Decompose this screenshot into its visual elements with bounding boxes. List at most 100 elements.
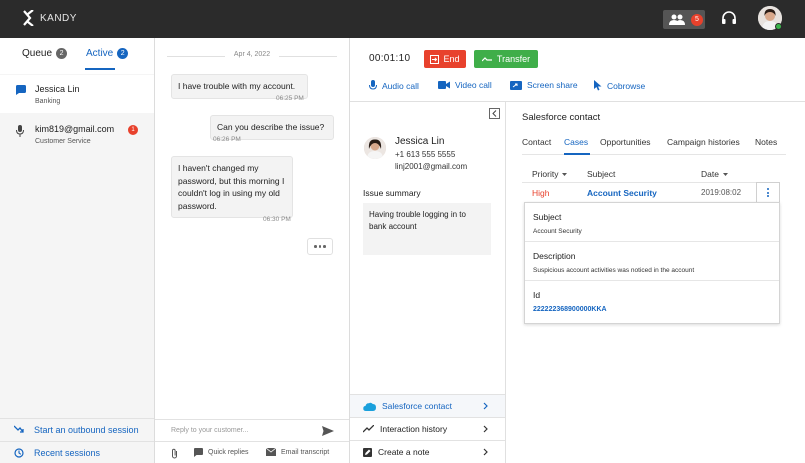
transfer-button[interactable]: Transfer — [474, 50, 538, 68]
create-note-link[interactable]: Create a note — [350, 440, 505, 463]
attachment-icon[interactable] — [171, 448, 178, 459]
salesforce-title: Salesforce contact — [522, 112, 601, 123]
users-button[interactable]: 5 — [663, 10, 705, 29]
session-name: kim819@gmail.com — [35, 124, 115, 134]
microphone-icon — [16, 125, 24, 137]
transfer-label: Transfer — [496, 54, 531, 64]
chevron-right-icon — [483, 425, 488, 433]
date-column-header[interactable]: Date — [701, 169, 728, 179]
headset-icon[interactable] — [721, 10, 737, 26]
message-time: 06:25 PM — [276, 95, 304, 102]
case-priority: High — [532, 188, 550, 198]
subject-column-header[interactable]: Subject — [587, 169, 615, 179]
salesforce-panel: Salesforce contact Contact Cases Opportu… — [506, 102, 805, 463]
screen-share-label: Screen share — [527, 80, 578, 90]
email-transcript-button[interactable]: Email transcript — [266, 448, 329, 456]
tab-queue-label: Queue — [22, 48, 53, 59]
session-tabs: Queue 2 Active 2 — [0, 38, 154, 74]
detail-id: Id 222222368900000KKA — [525, 281, 779, 320]
chat-date: Apr 4, 2022 — [233, 51, 271, 58]
customer-message: I haven't changed my password, but this … — [171, 156, 293, 218]
case-subject-link[interactable]: Account Security — [587, 188, 657, 198]
message-line: password. — [178, 200, 217, 211]
exit-icon — [430, 54, 440, 64]
tab-queue[interactable]: Queue 2 — [22, 48, 68, 59]
end-call-button[interactable]: End — [424, 50, 466, 68]
message-line: couldn't log in using my old — [178, 188, 280, 198]
cobrowse-button[interactable]: Cobrowse — [594, 80, 645, 91]
collapse-panel-button[interactable] — [489, 108, 500, 119]
detail-description: Description Suspicious account activitie… — [525, 242, 779, 281]
recent-sessions-link[interactable]: Recent sessions — [0, 441, 154, 463]
reply-input[interactable]: Reply to your customer... — [155, 419, 349, 441]
history-icon — [14, 447, 24, 458]
chevron-right-icon — [483, 402, 488, 410]
quick-replies-label: Quick replies — [208, 449, 249, 456]
session-item[interactable]: Jessica Lin Banking — [0, 75, 154, 113]
chevron-left-icon — [492, 110, 497, 117]
issue-summary-box: Having trouble logging in to bank accoun… — [363, 203, 491, 255]
chat-toolbar: Quick replies Email transcript — [155, 441, 349, 463]
contact-name: Jessica Lin — [395, 136, 445, 147]
online-status-dot — [775, 23, 782, 30]
start-outbound-session-link[interactable]: Start an outbound session — [0, 418, 154, 440]
detail-value: Suspicious account activities was notice… — [533, 267, 695, 274]
chat-icon — [16, 85, 26, 95]
screen-share-button[interactable]: Screen share — [510, 80, 578, 90]
outbound-label: Start an outbound session — [34, 424, 139, 435]
message-text: I have trouble with my account. — [178, 81, 296, 91]
detail-subject: Subject Account Security — [525, 203, 779, 242]
users-icon — [669, 14, 685, 25]
quick-replies-button[interactable]: Quick replies — [194, 448, 248, 457]
send-icon[interactable] — [322, 426, 334, 436]
queue-count-badge: 2 — [56, 48, 68, 59]
detail-label: Subject — [533, 212, 562, 222]
message-line: password, but this morning I — [178, 175, 285, 186]
tab-notes[interactable]: Notes — [755, 137, 777, 147]
more-options-icon[interactable] — [756, 182, 780, 202]
date-divider: Apr 4, 2022 — [167, 51, 337, 61]
sort-down-icon — [722, 172, 728, 176]
table-header-divider — [522, 182, 780, 183]
chat-panel: Apr 4, 2022 I have trouble with my accou… — [155, 38, 350, 463]
reply-placeholder: Reply to your customer... — [171, 427, 249, 434]
salesforce-contact-link[interactable]: Salesforce contact — [350, 394, 505, 417]
active-tab-indicator — [85, 68, 115, 70]
video-call-label: Video call — [455, 80, 492, 90]
active-count-badge: 2 — [117, 48, 129, 59]
interaction-history-label: Interaction history — [380, 424, 448, 434]
note-icon — [363, 447, 372, 457]
subject-header-label: Subject — [587, 169, 616, 179]
session-queue: Customer Service — [35, 138, 91, 145]
kandy-logo-icon — [23, 10, 34, 26]
tab-active[interactable]: Active 2 — [86, 48, 129, 59]
tab-campaign-histories[interactable]: Campaign histories — [667, 137, 740, 147]
video-icon — [438, 81, 450, 89]
end-label: End — [443, 54, 460, 64]
detail-label: Description — [533, 251, 576, 261]
audio-call-button[interactable]: Audio call — [369, 80, 419, 91]
create-note-label: Create a note — [378, 447, 430, 457]
interaction-history-link[interactable]: Interaction history — [350, 417, 505, 440]
logo-text: KANDY — [40, 12, 77, 24]
users-count-badge: 5 — [691, 13, 703, 26]
contact-avatar — [364, 137, 386, 159]
tab-cases[interactable]: Cases — [564, 137, 588, 147]
tab-active-label: Active — [86, 48, 114, 59]
call-controls: 00:01:10 End Transfer Audio call Video c… — [350, 38, 805, 102]
salesforce-link-label: Salesforce contact — [382, 401, 452, 411]
cobrowse-label: Cobrowse — [607, 80, 646, 91]
video-call-button[interactable]: Video call — [438, 80, 492, 90]
message-time: 06:30 PM — [263, 216, 291, 223]
contact-panel: Jessica Lin +1 613 555 5555 linj2001@gma… — [350, 102, 506, 463]
priority-column-header[interactable]: Priority — [532, 169, 568, 179]
tab-opportunities[interactable]: Opportunities — [600, 137, 651, 147]
message-text: Can you describe the issue? — [217, 122, 325, 132]
session-item[interactable]: kim819@gmail.com Customer Service 1 — [0, 115, 154, 153]
detail-value[interactable]: 222222368900000KKA — [533, 306, 607, 313]
unread-badge: 1 — [128, 125, 138, 135]
message-time: 06:26 PM — [213, 136, 241, 143]
detail-value: Account Security — [533, 228, 582, 235]
tab-contact[interactable]: Contact — [522, 137, 551, 147]
email-icon — [266, 448, 276, 456]
